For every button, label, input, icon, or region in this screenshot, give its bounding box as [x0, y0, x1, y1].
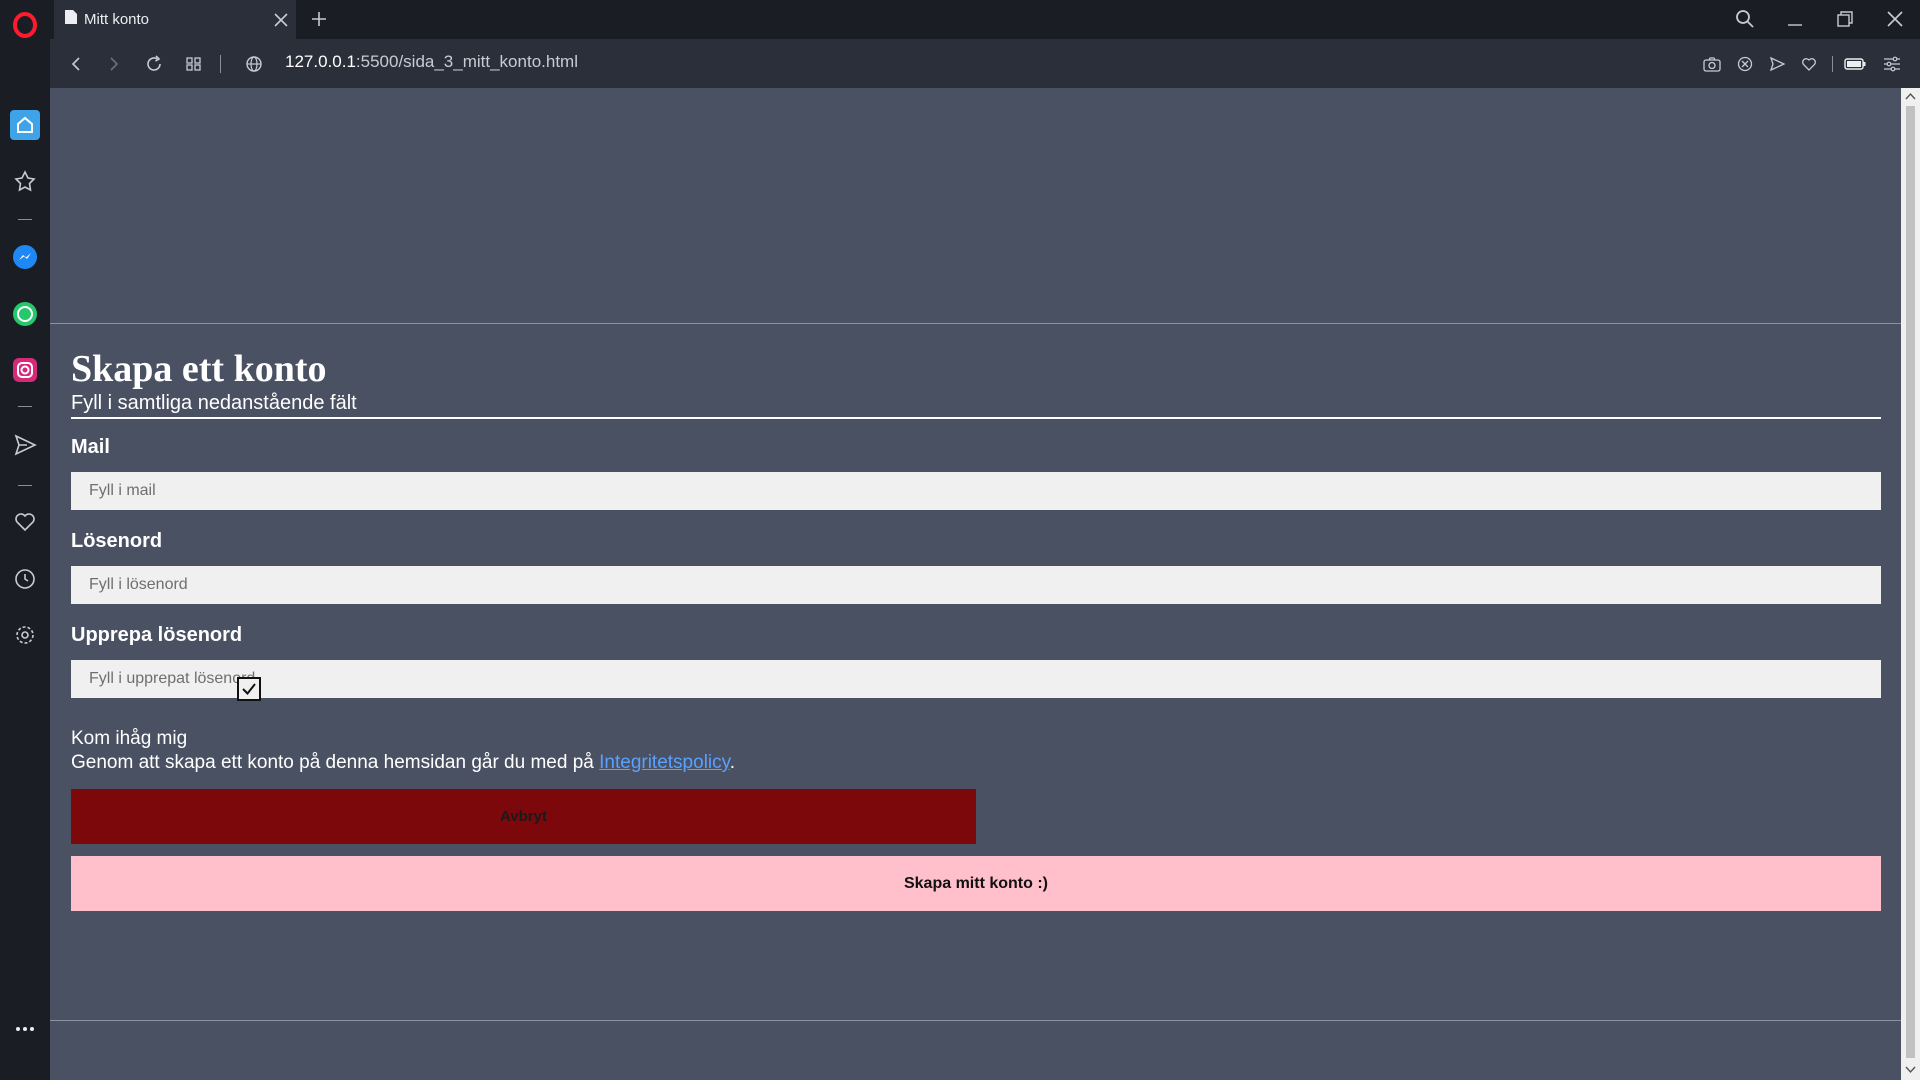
repeat-password-input[interactable] [71, 660, 1881, 698]
back-icon[interactable] [61, 49, 91, 79]
remember-me-checkbox[interactable] [237, 677, 261, 701]
password-input[interactable] [71, 566, 1881, 604]
privacy-policy-link[interactable]: Integritetspolicy [599, 752, 730, 773]
sidebar-divider [18, 219, 32, 220]
mail-label: Mail [71, 436, 110, 458]
restore-icon[interactable] [1825, 2, 1865, 36]
site-info-globe-icon[interactable] [239, 49, 269, 79]
page-viewport: Skapa ett konto Fyll i samtliga nedanstå… [50, 88, 1901, 1080]
more-icon[interactable] [10, 1014, 40, 1044]
search-tabs-icon[interactable] [1725, 2, 1765, 36]
checkmark-icon [242, 683, 256, 696]
heart-icon[interactable] [10, 507, 40, 537]
page-scrollbar[interactable] [1901, 88, 1920, 1080]
forward-icon[interactable] [99, 49, 129, 79]
url-field[interactable]: 127.0.0.1:5500/sida_3_mitt_konto.html [285, 52, 578, 72]
url-path: :5500/sida_3_mitt_konto.html [355, 52, 578, 71]
adblock-icon[interactable] [1732, 51, 1758, 77]
close-window-icon[interactable] [1875, 2, 1915, 36]
whatsapp-icon[interactable] [10, 299, 40, 329]
home-icon[interactable] [10, 110, 40, 140]
page-icon [64, 9, 78, 30]
toolbar-divider [1832, 56, 1833, 72]
scroll-thumb[interactable] [1906, 106, 1915, 1058]
sidebar-divider [18, 406, 32, 407]
send-icon[interactable] [10, 430, 40, 460]
sidebar-divider [18, 485, 32, 486]
heading-divider [71, 417, 1881, 419]
tab-title: Mitt konto [84, 11, 150, 28]
url-host: 127.0.0.1 [285, 52, 356, 71]
address-bar: 127.0.0.1:5500/sida_3_mitt_konto.html [50, 39, 1920, 88]
create-account-form: Skapa ett konto Fyll i samtliga nedanstå… [50, 323, 1901, 1021]
mail-input[interactable] [71, 472, 1881, 510]
page-title: Skapa ett konto [71, 348, 327, 390]
battery-saver-icon[interactable] [1842, 51, 1868, 77]
instagram-icon[interactable] [10, 355, 40, 385]
snapshot-camera-icon[interactable] [1699, 51, 1725, 77]
page-subtitle: Fyll i samtliga nedanstående fält [71, 392, 357, 414]
minimize-icon[interactable] [1775, 2, 1815, 36]
easy-setup-icon[interactable] [1879, 51, 1905, 77]
create-account-button[interactable]: Skapa mitt konto :) [71, 856, 1881, 911]
send-to-flow-icon[interactable] [1764, 51, 1790, 77]
tab-bar: Mitt konto [50, 0, 1920, 39]
settings-icon[interactable] [10, 620, 40, 650]
scroll-up-icon[interactable] [1905, 92, 1916, 100]
bookmark-heart-icon[interactable] [1796, 51, 1822, 77]
new-tab-icon[interactable] [304, 4, 334, 34]
cancel-button[interactable]: Avbryt [71, 789, 976, 844]
reload-icon[interactable] [139, 49, 169, 79]
opera-logo-icon[interactable] [10, 10, 40, 40]
toolbar-divider [220, 55, 221, 73]
browser-sidebar [0, 0, 50, 1080]
remember-me-label: Kom ihåg mig [71, 728, 188, 749]
tabs-grid-icon[interactable] [179, 49, 209, 79]
history-icon[interactable] [10, 564, 40, 594]
tab-mitt-konto[interactable]: Mitt konto [54, 0, 296, 39]
bookmarks-icon[interactable] [10, 166, 40, 196]
repeat-password-label: Upprepa lösenord [71, 624, 243, 646]
messenger-icon[interactable] [10, 242, 40, 272]
scroll-down-icon[interactable] [1905, 1066, 1916, 1074]
policy-prefix: Genom att skapa ett konto på denna hemsi… [71, 752, 600, 773]
password-label: Lösenord [71, 530, 163, 552]
policy-suffix: . [729, 752, 736, 773]
policy-text: Genom att skapa ett konto på denna hemsi… [71, 752, 735, 774]
close-tab-icon[interactable] [266, 5, 296, 35]
